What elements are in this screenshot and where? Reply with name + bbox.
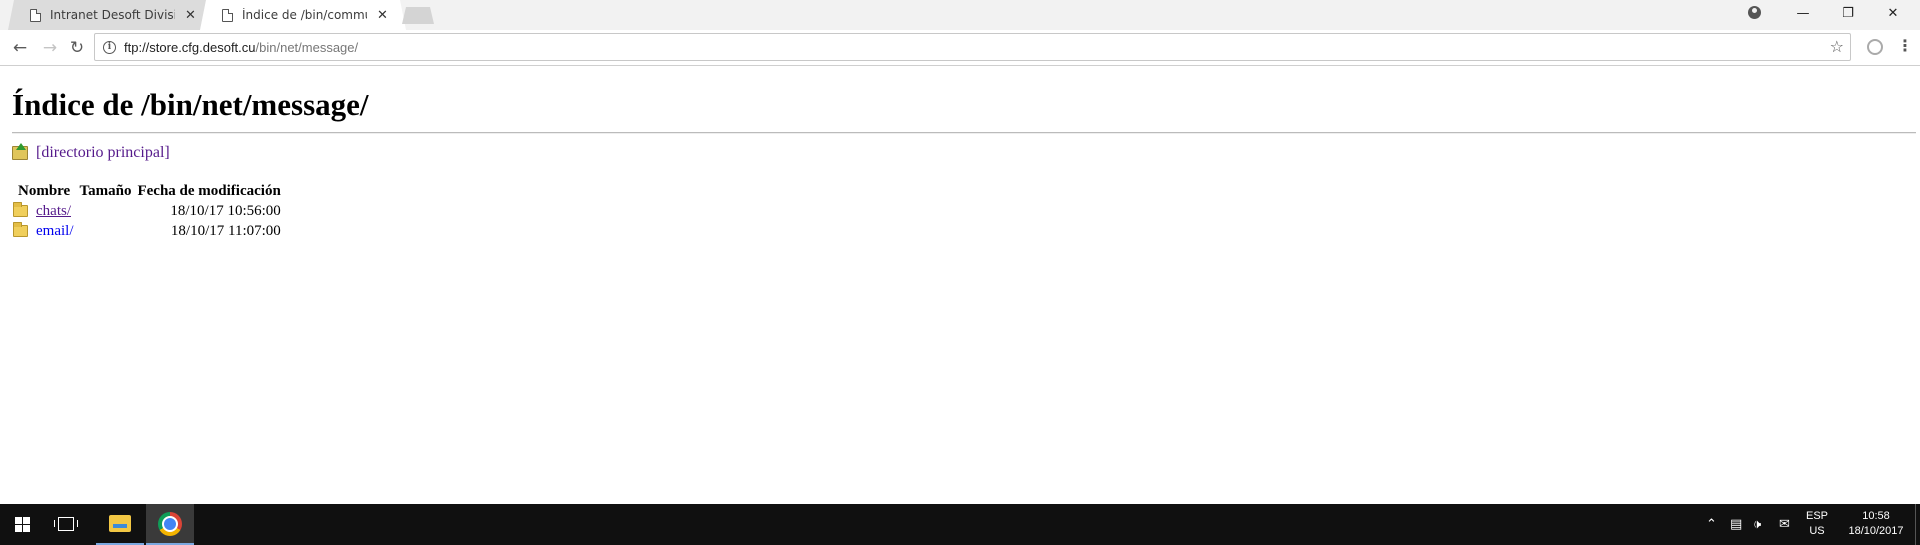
entry-size xyxy=(77,201,135,221)
entry-link-email[interactable]: email/ xyxy=(36,223,74,239)
tab-close-icon[interactable]: ✕ xyxy=(377,8,388,23)
star-icon[interactable]: ☆ xyxy=(1830,37,1844,56)
extension-icon[interactable] xyxy=(1867,39,1883,55)
table-row: email/ 18/10/17 11:07:00 xyxy=(13,221,284,241)
page-icon xyxy=(222,8,233,22)
menu-icon[interactable]: ⋮ xyxy=(1897,36,1913,55)
entry-name-cell: chats/ xyxy=(13,201,77,221)
folder-icon xyxy=(13,201,28,217)
language-indicator[interactable]: ESP US xyxy=(1802,509,1832,539)
tab-intranet[interactable]: Intranet Desoft Division F ✕ xyxy=(8,0,214,30)
start-button[interactable] xyxy=(0,504,44,545)
file-explorer-button[interactable] xyxy=(96,504,144,545)
entry-date: 18/10/17 11:07:00 xyxy=(170,222,281,239)
entry-name-cell: email/ xyxy=(13,221,77,241)
tab-close-icon[interactable]: ✕ xyxy=(185,8,196,23)
address-bar[interactable]: i ftp://store.cfg.desoft.cu/bin/net/mess… xyxy=(94,33,1851,61)
browser-toolbar: ← → ↻ i ftp://store.cfg.desoft.cu/bin/ne… xyxy=(0,30,1920,66)
url-path: /bin/net/message/ xyxy=(255,39,359,55)
close-window-button[interactable]: ✕ xyxy=(1871,0,1915,26)
parent-directory-link[interactable]: [directorio principal] xyxy=(36,144,170,162)
file-explorer-icon xyxy=(109,515,131,532)
table-row: chats/ 18/10/17 10:56:00 xyxy=(13,201,284,221)
language-code: ESP xyxy=(1805,510,1828,522)
forward-arrow-icon[interactable]: → xyxy=(37,35,63,61)
clock-date: 18/10/2017 xyxy=(1848,525,1904,537)
tab-index[interactable]: Índice de /bin/communica ✕ xyxy=(200,0,406,30)
account-icon[interactable] xyxy=(1748,6,1761,19)
page-icon xyxy=(30,8,41,22)
url-host: ftp://store.cfg.desoft.cu xyxy=(124,39,256,55)
windows-logo-icon xyxy=(14,517,30,532)
page-content: Índice de /bin/net/message/ [directorio … xyxy=(0,67,1920,504)
table-header-row: Nombre Tamaño Fecha de modificación xyxy=(15,182,284,201)
reload-icon[interactable]: ↻ xyxy=(64,35,90,61)
entry-link-chats[interactable]: chats/ xyxy=(36,203,71,219)
taskbar: ⌃ ▤ 🕩 ✉ ESP US 10:58 18/10/2017 xyxy=(0,504,1920,545)
tab-title: Intranet Desoft Division F xyxy=(50,8,175,22)
minimize-button[interactable]: — xyxy=(1781,0,1825,26)
entry-date: 18/10/17 10:56:00 xyxy=(170,202,281,219)
new-tab-button[interactable] xyxy=(402,7,434,24)
column-size[interactable]: Tamaño xyxy=(77,182,135,201)
tab-strip: Intranet Desoft Division F ✕ Índice de /… xyxy=(0,0,1920,30)
chrome-taskbar-button[interactable] xyxy=(146,504,194,545)
column-name[interactable]: Nombre xyxy=(15,182,77,201)
network-icon[interactable]: ▤ xyxy=(1730,504,1742,545)
notifications-icon[interactable]: ✉ xyxy=(1779,504,1790,545)
show-desktop-button[interactable] xyxy=(1915,504,1920,545)
tray-chevron-icon[interactable]: ⌃ xyxy=(1706,504,1717,545)
directory-listing: Nombre Tamaño Fecha de modificación chat… xyxy=(13,182,284,241)
clock[interactable]: 10:58 18/10/2017 xyxy=(1836,509,1916,539)
info-icon[interactable]: i xyxy=(103,40,116,54)
divider xyxy=(12,132,1916,134)
volume-icon[interactable]: 🕩 xyxy=(1753,504,1761,545)
up-folder-icon[interactable] xyxy=(12,143,28,160)
page-title: Índice de /bin/net/message/ xyxy=(12,87,369,122)
column-date[interactable]: Fecha de modificación xyxy=(134,182,283,201)
back-arrow-icon[interactable]: ← xyxy=(7,35,33,61)
entry-size xyxy=(77,221,135,241)
tab-title: Índice de /bin/communica xyxy=(242,8,367,22)
chrome-icon xyxy=(158,511,182,536)
clock-time: 10:58 xyxy=(1862,510,1890,522)
parent-directory: [directorio principal] xyxy=(12,143,170,162)
task-view-icon[interactable] xyxy=(54,517,78,531)
keyboard-layout: US xyxy=(1809,525,1825,537)
folder-icon xyxy=(13,221,28,237)
url-text[interactable]: ftp://store.cfg.desoft.cu/bin/net/messag… xyxy=(124,40,358,55)
restore-button[interactable]: ❐ xyxy=(1826,0,1870,26)
